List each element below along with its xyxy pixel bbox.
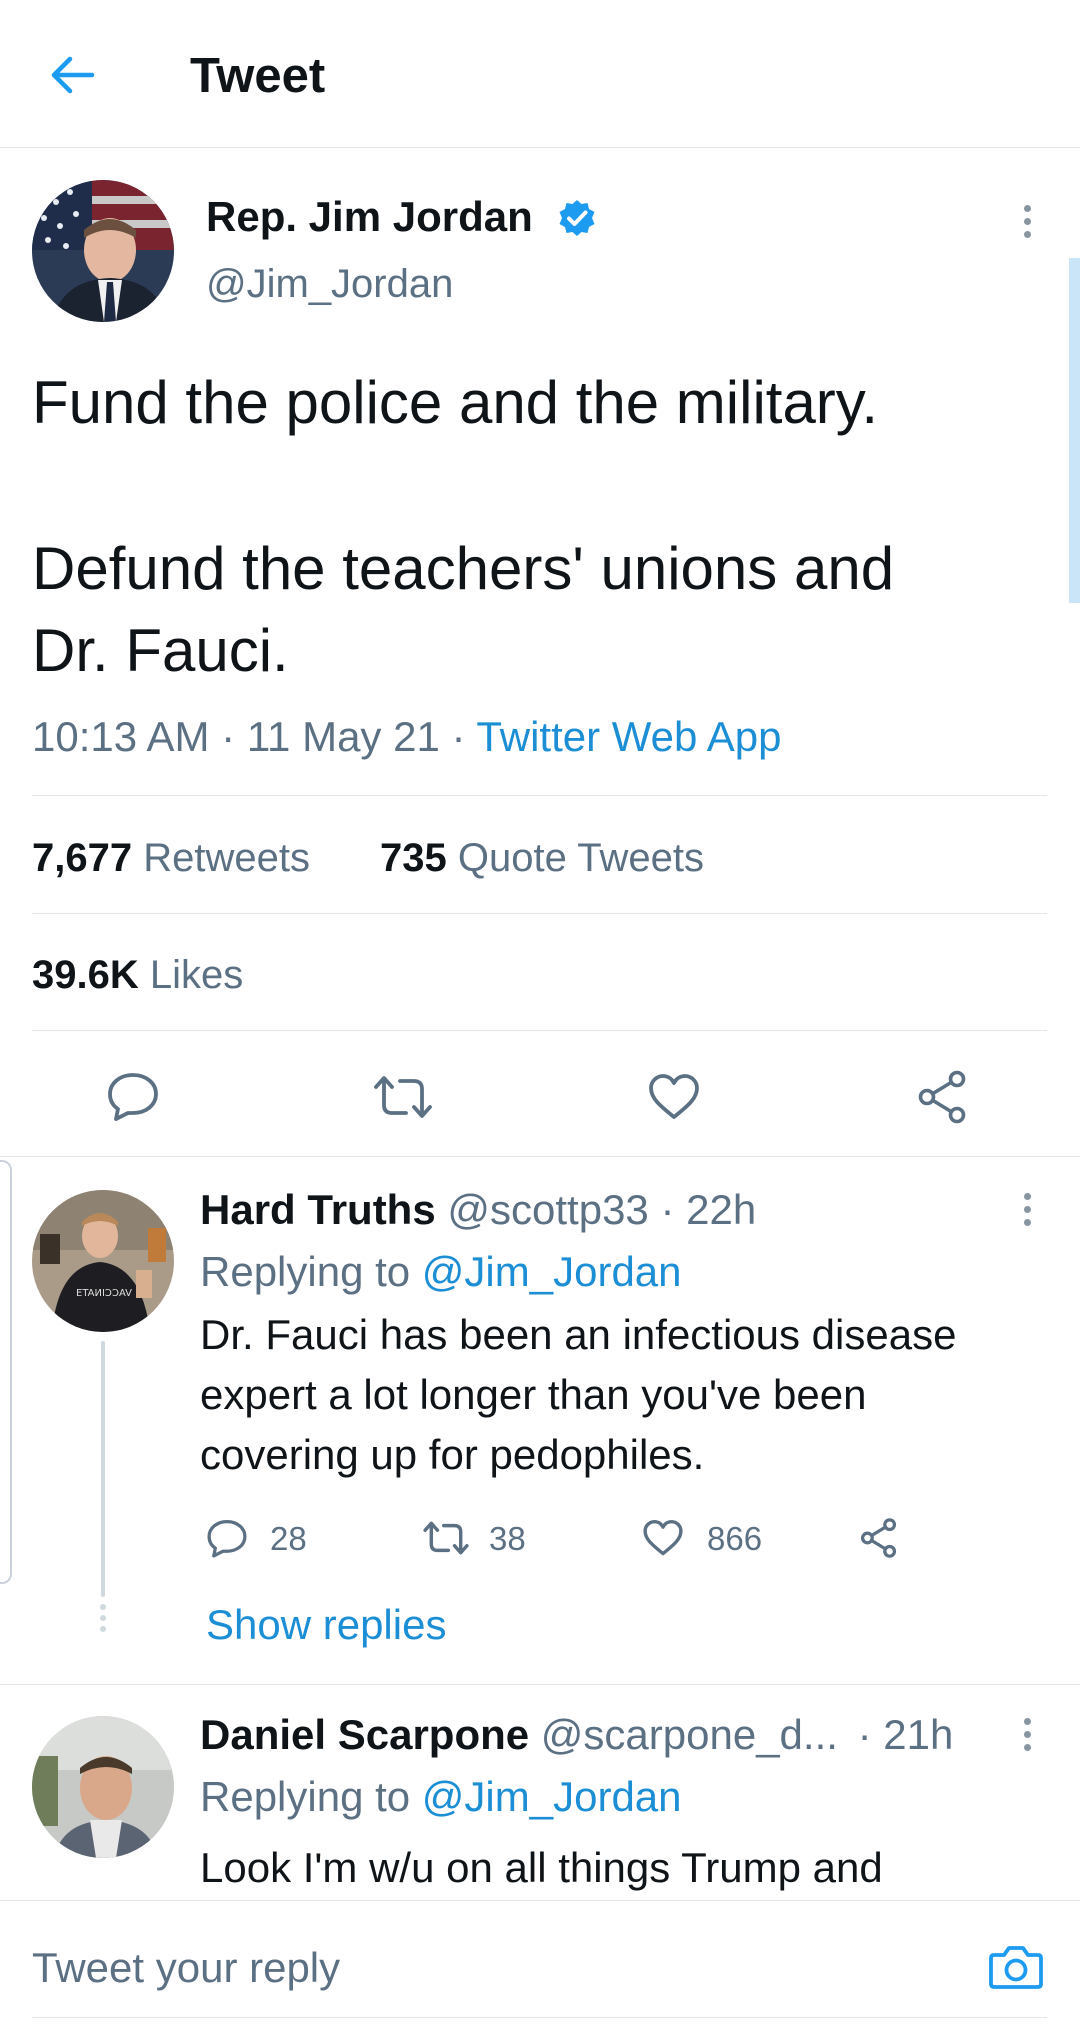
reply-retweet-count: 38 xyxy=(489,1520,526,1557)
tweet-date: 11 May 21 xyxy=(246,713,440,760)
reply-like-icon[interactable] xyxy=(642,1519,684,1557)
edge-panel-handle xyxy=(0,1160,12,1584)
reply-time: · 21h xyxy=(857,1711,954,1758)
reply-header: Hard Truths @scottp33 · 22h xyxy=(200,1186,756,1234)
likes-count: 39.6K xyxy=(32,953,139,997)
divider xyxy=(32,913,1047,914)
replying-to-handle[interactable]: @Jim_Jordan xyxy=(422,1248,682,1295)
retweet-stats[interactable]: 7,677 Retweets xyxy=(32,836,310,881)
like-heart-icon[interactable] xyxy=(647,1073,701,1121)
reply-composer: Tweet your reply xyxy=(0,1900,1080,2033)
quotes-count: 735 xyxy=(380,836,447,880)
reply-avatar[interactable] xyxy=(32,1716,174,1858)
reply-more-options-icon[interactable] xyxy=(1021,1718,1033,1757)
reply-author-name[interactable]: Hard Truths xyxy=(200,1186,436,1233)
reply-more-options-icon[interactable] xyxy=(1021,1193,1033,1232)
verified-badge-icon xyxy=(557,198,597,238)
header-divider xyxy=(0,147,1080,148)
replying-to: Replying to @Jim_Jordan xyxy=(200,1248,682,1296)
replying-to-handle[interactable]: @Jim_Jordan xyxy=(422,1773,682,1820)
like-stats[interactable]: 39.6K Likes xyxy=(32,953,243,998)
author-avatar[interactable] xyxy=(32,180,174,322)
reply-author-handle[interactable]: @scarpone_d... xyxy=(541,1711,838,1758)
thread-more-dots xyxy=(99,1604,107,1637)
svg-text:ETAИIƆƆAV: ETAИIƆƆAV xyxy=(76,1288,132,1299)
more-options-icon[interactable] xyxy=(1021,205,1033,244)
tweet-metadata: 10:13 AM · 11 May 21 · Twitter Web App xyxy=(32,713,781,761)
reply-share-icon[interactable] xyxy=(860,1518,900,1558)
reply-icon[interactable] xyxy=(106,1071,160,1121)
tweet-text-line-2: Defund the teachers' unions and xyxy=(32,535,895,602)
reply-text-line-2: expert a lot longer than you've been xyxy=(200,1371,867,1418)
reply-text-line-3: covering up for pedophiles. xyxy=(200,1431,705,1478)
meta-separator: · xyxy=(451,713,466,760)
composer-bottom-divider xyxy=(32,2017,1047,2018)
tweet-text-line-1: Fund the police and the military. xyxy=(32,369,879,436)
divider xyxy=(32,1030,1047,1031)
section-divider xyxy=(0,1156,1080,1157)
reply-header: Daniel Scarpone @scarpone_d... · 21h xyxy=(200,1711,953,1759)
show-replies-link[interactable]: Show replies xyxy=(206,1601,446,1649)
retweets-count: 7,677 xyxy=(32,836,133,880)
author-handle[interactable]: @Jim_Jordan xyxy=(206,262,453,307)
page-title: Tweet xyxy=(190,49,326,103)
divider xyxy=(32,795,1047,796)
reply-like-count: 866 xyxy=(707,1520,763,1557)
reply-author-handle[interactable]: @scottp33 xyxy=(447,1186,648,1233)
tweet-source-link[interactable]: Twitter Web App xyxy=(476,713,781,760)
replying-prefix: Replying to xyxy=(200,1248,411,1295)
replying-prefix: Replying to xyxy=(200,1773,411,1820)
meta-separator: · xyxy=(221,713,236,760)
replying-to: Replying to @Jim_Jordan xyxy=(200,1773,682,1821)
retweets-label: Retweets xyxy=(143,836,310,880)
reply-text-line-1: Look I'm w/u on all things Trump and xyxy=(200,1844,883,1891)
thread-connector-line xyxy=(101,1341,105,1597)
quotes-label: Quote Tweets xyxy=(457,836,704,880)
reply-reply-count: 28 xyxy=(270,1520,307,1557)
tweet-text-line-3: Dr. Fauci. xyxy=(32,617,289,684)
reply-author-name[interactable]: Daniel Scarpone xyxy=(200,1711,529,1758)
likes-label: Likes xyxy=(149,953,244,997)
tweet-time: 10:13 AM xyxy=(32,713,210,760)
share-icon[interactable] xyxy=(917,1070,971,1124)
reply-input[interactable]: Tweet your reply xyxy=(32,1944,340,1992)
back-arrow-icon[interactable] xyxy=(48,55,96,95)
section-divider xyxy=(0,1684,1080,1685)
reply-text-line-1: Dr. Fauci has been an infectious disease xyxy=(200,1311,957,1358)
reply-retweet-icon[interactable] xyxy=(422,1519,470,1557)
reply-reply-icon[interactable] xyxy=(206,1518,248,1558)
reply-time: · 22h xyxy=(660,1186,757,1233)
quote-stats[interactable]: 735 Quote Tweets xyxy=(380,836,704,881)
author-name[interactable]: Rep. Jim Jordan xyxy=(206,193,533,241)
reply-avatar[interactable]: ETAИIƆƆAV xyxy=(32,1190,174,1332)
retweet-icon[interactable] xyxy=(372,1073,434,1121)
scroll-indicator[interactable] xyxy=(1069,258,1080,603)
camera-icon[interactable] xyxy=(988,1941,1044,1991)
